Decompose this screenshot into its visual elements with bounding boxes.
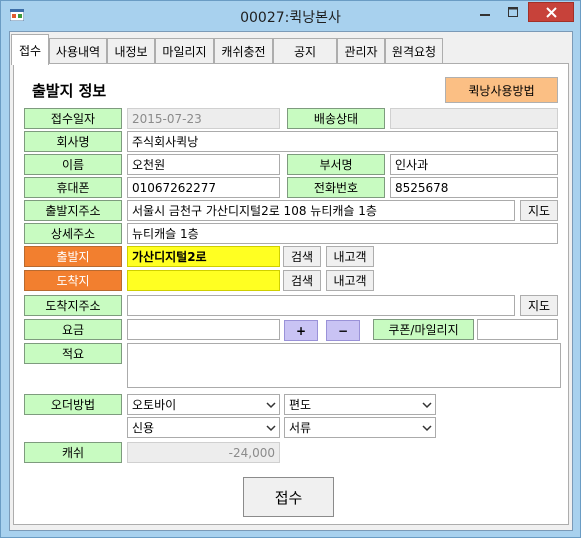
minimize-button[interactable]: [471, 2, 499, 22]
cash-label: 캐쉬: [24, 442, 122, 463]
company-field[interactable]: 주식회사퀵낭: [127, 131, 558, 152]
chevron-down-icon: [266, 425, 276, 432]
detail-address-field[interactable]: 뉴티캐슬 1층: [127, 223, 558, 244]
delivery-status-label: 배송상태: [287, 108, 385, 129]
chevron-down-icon: [266, 402, 276, 409]
company-label: 회사명: [24, 131, 122, 152]
delivery-status-field: [390, 108, 558, 129]
maximize-button[interactable]: [499, 2, 527, 22]
coupon-mileage-button[interactable]: 쿠폰/마일리지: [373, 319, 474, 340]
trip-type-select[interactable]: 편도: [284, 394, 436, 415]
tab-mileage[interactable]: 마일리지: [155, 38, 214, 64]
destination-address-label: 도착지주소: [24, 295, 122, 316]
phone-label: 전화번호: [287, 177, 385, 198]
fee-plus-button[interactable]: +: [284, 320, 318, 341]
payment-select-value: 신용: [132, 421, 155, 435]
origin-search-button[interactable]: 검색: [283, 246, 321, 267]
detail-address-label: 상세주소: [24, 223, 122, 244]
received-date-field: 2015-07-23: [127, 108, 280, 129]
tab-cash-charge[interactable]: 캐쉬충전: [214, 38, 273, 64]
vehicle-select[interactable]: 오토바이: [127, 394, 280, 415]
tab-admin[interactable]: 관리자: [337, 38, 385, 64]
remarks-field[interactable]: [127, 343, 561, 388]
maximize-icon: [508, 7, 518, 17]
title-bar: 00027:퀵낭본사: [1, 1, 580, 31]
cash-field: -24,000: [127, 442, 280, 463]
received-date-label: 접수일자: [24, 108, 122, 129]
fee-field[interactable]: [127, 319, 280, 340]
tab-receive[interactable]: 접수: [11, 34, 49, 65]
department-field[interactable]: 인사과: [390, 154, 558, 175]
destination-search-button[interactable]: 검색: [283, 270, 321, 291]
origin-label: 출발지: [24, 246, 122, 267]
name-field[interactable]: 오천원: [127, 154, 280, 175]
origin-address-label: 출발지주소: [24, 200, 122, 221]
destination-address-field[interactable]: [127, 295, 515, 316]
order-method-label: 오더방법: [24, 394, 122, 415]
vehicle-select-value: 오토바이: [132, 398, 177, 412]
section-title: 출발지 정보: [32, 82, 107, 100]
chevron-down-icon: [422, 425, 432, 432]
destination-map-button[interactable]: 지도: [520, 295, 558, 316]
tab-my-info[interactable]: 내정보: [107, 38, 155, 64]
app-window: 00027:퀵낭본사 접수 사용내역 내정보 마일리지 캐쉬충전 공지 관리자 …: [0, 0, 581, 538]
origin-address-field[interactable]: 서울시 금천구 가산디지털2로 108 뉴티캐슬 1층: [127, 200, 515, 221]
item-type-select[interactable]: 서류: [284, 417, 436, 438]
origin-field[interactable]: 가산디지털2로: [127, 246, 280, 267]
fee-label: 요금: [24, 319, 122, 340]
payment-select[interactable]: 신용: [127, 417, 280, 438]
close-button[interactable]: [528, 2, 574, 22]
mobile-label: 휴대폰: [24, 177, 122, 198]
minimize-icon: [480, 14, 490, 16]
phone-field[interactable]: 8525678: [390, 177, 558, 198]
usage-guide-button[interactable]: 퀵낭사용방법: [445, 77, 558, 103]
mobile-field[interactable]: 01067262277: [127, 177, 280, 198]
client-area: 접수 사용내역 내정보 마일리지 캐쉬충전 공지 관리자 원격요청 출발지 정보…: [9, 31, 573, 531]
origin-map-button[interactable]: 지도: [520, 200, 558, 221]
tab-strip: 접수 사용내역 내정보 마일리지 캐쉬충전 공지 관리자 원격요청: [11, 34, 571, 65]
name-label: 이름: [24, 154, 122, 175]
remarks-label: 적요: [24, 343, 122, 364]
coupon-mileage-field[interactable]: [477, 319, 558, 340]
destination-customer-button[interactable]: 내고객: [326, 270, 374, 291]
origin-customer-button[interactable]: 내고객: [326, 246, 374, 267]
fee-minus-button[interactable]: −: [326, 320, 360, 341]
submit-button[interactable]: 접수: [243, 477, 334, 517]
destination-field[interactable]: [127, 270, 280, 291]
department-label: 부서명: [287, 154, 385, 175]
tab-usage-history[interactable]: 사용내역: [49, 38, 107, 64]
tab-remote-request[interactable]: 원격요청: [385, 38, 443, 64]
item-type-select-value: 서류: [289, 421, 312, 435]
close-icon: [545, 6, 557, 18]
destination-label: 도착지: [24, 270, 122, 291]
tab-notice[interactable]: 공지: [273, 38, 337, 64]
receive-page: 출발지 정보 퀵낭사용방법 접수일자 2015-07-23 배송상태 회사명 주…: [13, 63, 569, 525]
chevron-down-icon: [422, 402, 432, 409]
trip-type-select-value: 편도: [289, 398, 312, 412]
